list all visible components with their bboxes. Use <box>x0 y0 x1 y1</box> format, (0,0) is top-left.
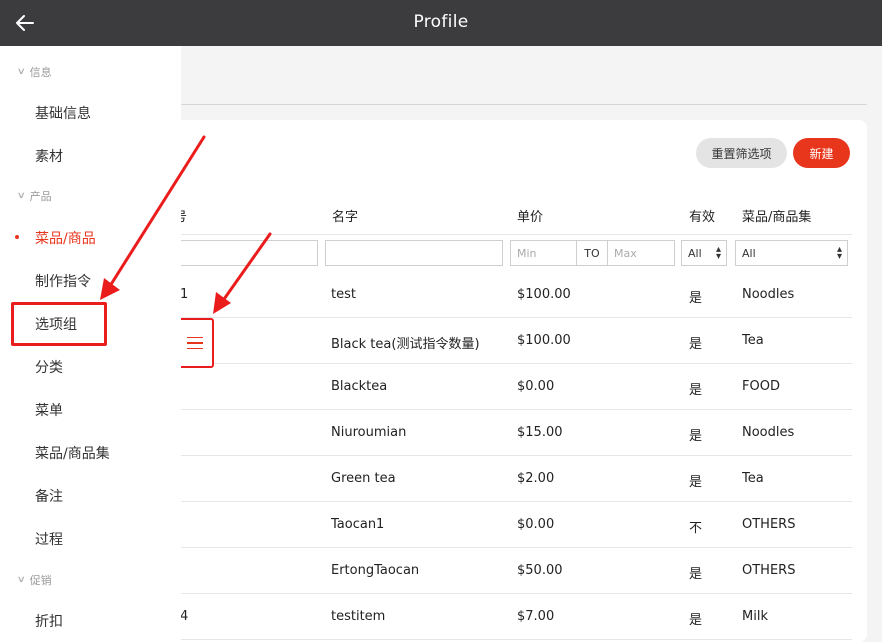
sidebar-section-label: 产品 <box>29 190 52 203</box>
chevron-down-icon: ∨ <box>16 67 26 77</box>
sort-chevrons-icon: ▴ ▾ <box>715 244 721 262</box>
row-valid: 是 <box>689 337 703 352</box>
table-row[interactable]: 4 testitem $7.00 是 Milk <box>166 594 852 640</box>
row-price: $7.00 <box>517 609 555 624</box>
row-price: $15.00 <box>517 425 563 440</box>
row-name: Green tea <box>331 471 396 486</box>
column-header-price: 单价 <box>517 210 544 225</box>
row-collection: OTHERS <box>742 517 796 532</box>
sidebar-section-promotions[interactable]: ∨ 促销 <box>16 572 52 588</box>
collection-select[interactable]: All ▴ ▾ <box>735 240 848 266</box>
row-collection: Noodles <box>742 425 795 440</box>
annotation-highlight-box <box>11 302 107 346</box>
row-name: Blacktea <box>331 379 388 394</box>
row-name: test <box>331 287 356 302</box>
sidebar-section-products[interactable]: ∨ 产品 <box>16 188 52 204</box>
sidebar: ∨ 信息 基础信息 素材 ∨ 产品 菜品/商品 制作指令 选项组 分类 菜单 菜… <box>0 46 181 642</box>
row-name: Taocan1 <box>331 517 385 532</box>
sidebar-item-categories[interactable]: 分类 <box>35 357 63 377</box>
sidebar-section-label: 促销 <box>29 574 52 587</box>
sidebar-section-label: 信息 <box>29 66 52 79</box>
hamburger-menu-icon[interactable] <box>176 318 214 368</box>
row-collection: Tea <box>742 333 764 348</box>
table-row[interactable]: Taocan1 $0.00 不 OTHERS <box>166 502 852 548</box>
column-header-collection: 菜品/商品集 <box>742 210 812 225</box>
table-row[interactable]: Black tea(测试指令数量) $100.00 是 Tea <box>166 318 852 364</box>
sort-chevrons-icon: ▴ ▾ <box>836 244 842 262</box>
row-price: $2.00 <box>517 471 555 486</box>
sidebar-item-dishes[interactable]: 菜品/商品 <box>35 228 96 248</box>
chevron-down-icon: ∨ <box>16 191 26 201</box>
row-collection: FOOD <box>742 379 780 394</box>
sidebar-item-notes[interactable]: 备注 <box>35 486 63 506</box>
table-row[interactable]: Green tea $2.00 是 Tea <box>166 456 852 502</box>
header-divider <box>166 234 852 235</box>
sidebar-item-discounts[interactable]: 折扣 <box>35 611 63 631</box>
new-button[interactable]: 新建 <box>793 138 850 168</box>
row-price: $0.00 <box>517 517 555 532</box>
row-price: $100.00 <box>517 333 571 348</box>
table-row[interactable]: Niuroumian $15.00 是 Noodles <box>166 410 852 456</box>
table-row[interactable]: 1 test $100.00 是 Noodles <box>166 272 852 318</box>
chevron-down-icon: ∨ <box>16 575 26 585</box>
column-header-valid: 有效 <box>689 210 716 225</box>
row-name: testitem <box>331 609 386 624</box>
row-name: Niuroumian <box>331 425 407 440</box>
row-name: Black tea(测试指令数量) <box>331 337 480 352</box>
table-row[interactable]: ErtongTaocan $50.00 是 OTHERS <box>166 548 852 594</box>
row-collection: Milk <box>742 609 768 624</box>
row-valid: 是 <box>689 475 703 490</box>
row-collection: OTHERS <box>742 563 796 578</box>
row-name: ErtongTaocan <box>331 563 420 578</box>
valid-select-value: All <box>688 246 702 260</box>
price-to-label: TO <box>577 240 607 266</box>
main-divider <box>181 104 867 105</box>
price-min-input[interactable]: Min <box>510 240 577 266</box>
sidebar-item-basic-info[interactable]: 基础信息 <box>35 103 91 123</box>
row-valid: 是 <box>689 613 703 628</box>
table-row[interactable]: Blacktea $0.00 是 FOOD <box>166 364 852 410</box>
row-price: $50.00 <box>517 563 563 578</box>
column-header-name: 名字 <box>332 210 359 225</box>
collection-select-value: All <box>742 246 756 260</box>
top-bar: Profile <box>0 0 882 46</box>
sidebar-item-prep-instructions[interactable]: 制作指令 <box>35 271 91 291</box>
row-id: 1 <box>180 287 189 302</box>
page-title: Profile <box>413 12 469 32</box>
sidebar-item-menus[interactable]: 菜单 <box>35 400 63 420</box>
valid-select[interactable]: All ▴ ▾ <box>681 240 727 266</box>
price-max-input[interactable]: Max <box>607 240 675 266</box>
sidebar-item-assets[interactable]: 素材 <box>35 146 63 166</box>
products-card: 重置筛选项 新建 号 名字 单价 有效 菜品/商品集 Min TO Max Al… <box>166 120 867 642</box>
row-valid: 是 <box>689 383 703 398</box>
sidebar-item-dish-collections[interactable]: 菜品/商品集 <box>35 443 110 463</box>
row-valid: 是 <box>689 429 703 444</box>
name-filter-input[interactable] <box>325 240 503 266</box>
row-price: $100.00 <box>517 287 571 302</box>
row-collection: Tea <box>742 471 764 486</box>
reset-filters-button[interactable]: 重置筛选项 <box>696 138 787 168</box>
row-id: 4 <box>180 609 189 624</box>
row-price: $0.00 <box>517 379 555 394</box>
sidebar-section-info[interactable]: ∨ 信息 <box>16 64 52 80</box>
row-valid: 不 <box>689 521 703 536</box>
active-indicator-dot <box>15 235 19 239</box>
id-filter-input[interactable] <box>166 240 318 266</box>
row-collection: Noodles <box>742 287 795 302</box>
sidebar-item-process[interactable]: 过程 <box>35 529 63 549</box>
row-valid: 是 <box>689 567 703 582</box>
row-valid: 是 <box>689 291 703 306</box>
